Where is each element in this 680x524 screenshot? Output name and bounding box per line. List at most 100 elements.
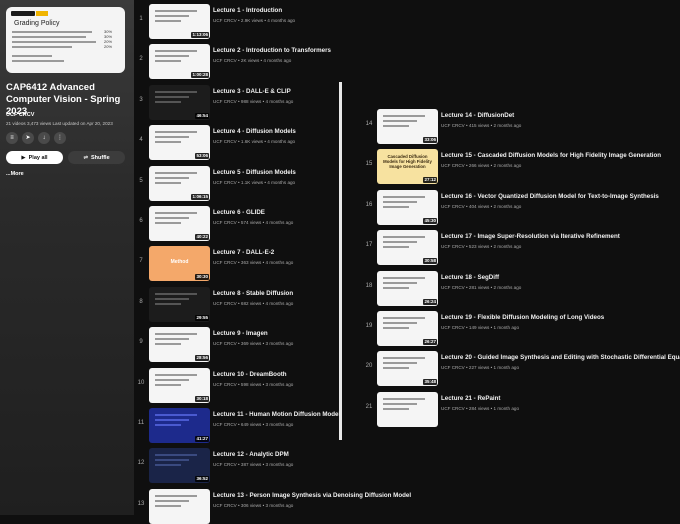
playlist-item[interactable]: 15 Cascaded Diffusion Models for High Fid… bbox=[364, 148, 664, 185]
video-title[interactable]: Lecture 1 - Introduction bbox=[213, 7, 282, 14]
video-metadata: UCF CRCV • 363 views • 4 months ago bbox=[213, 260, 294, 266]
playlist-item-index: 21 bbox=[365, 403, 373, 410]
video-thumbnail[interactable]: 1:00:28 bbox=[149, 44, 210, 80]
video-title[interactable]: Lecture 8 - Stable Diffusion bbox=[213, 290, 293, 297]
playlist-item[interactable]: 10 30:18 Lecture 10 - DreamBooth UCF CRCV •… bbox=[136, 367, 336, 403]
playlist-item[interactable]: 12 36:52 Lecture 12 - Analytic DPM UCF CRCV… bbox=[136, 447, 336, 484]
playlist-item[interactable]: 17 30:58 Lecture 17 - Image Super-Resoluti… bbox=[364, 229, 664, 266]
thumbnail-slide-line bbox=[383, 281, 417, 284]
playlist-item-index: 12 bbox=[137, 460, 145, 467]
thumbnail-slide-line bbox=[383, 407, 409, 410]
video-thumbnail[interactable]: 30:58 bbox=[377, 230, 438, 266]
ucf-logo bbox=[11, 11, 35, 16]
thumbnail-slide-line bbox=[155, 373, 197, 376]
more-options-icon[interactable]: ⋮ bbox=[54, 132, 66, 144]
playlist-item[interactable]: 13 Lecture 13 - Person Image Synthesis vi… bbox=[136, 488, 411, 524]
video-title[interactable]: Lecture 12 - Analytic DPM bbox=[213, 451, 289, 458]
video-title[interactable]: Lecture 18 - SegDiff bbox=[441, 274, 499, 281]
video-thumbnail[interactable]: 41:27 bbox=[149, 408, 210, 443]
video-metadata: UCF CRCV • 988 views • 4 months ago bbox=[213, 98, 294, 104]
share-icon[interactable]: ➤ bbox=[22, 132, 34, 144]
video-thumbnail[interactable]: 33:06 bbox=[377, 109, 438, 144]
thumbnail-slide-line bbox=[155, 297, 189, 300]
video-title[interactable]: Lecture 17 - Image Super-Resolution via … bbox=[441, 233, 620, 240]
playlist-item-index: 14 bbox=[365, 121, 373, 127]
video-title[interactable]: Lecture 7 - DALL-E-2 bbox=[213, 249, 274, 256]
channel-name[interactable]: UCF CRCV bbox=[6, 112, 34, 118]
video-thumbnail[interactable]: 35:48 bbox=[377, 351, 438, 387]
playlist-item-index: 10 bbox=[137, 379, 145, 386]
playlist-item[interactable]: 1 1:13:06 Lecture 1 - Introduction UCF CRCV… bbox=[136, 3, 336, 39]
video-thumbnail[interactable]: 30:18 bbox=[149, 367, 210, 403]
thumbnail-slide-line bbox=[383, 322, 417, 324]
thumbnail-slide-line bbox=[383, 246, 409, 249]
video-thumbnail[interactable] bbox=[149, 488, 210, 524]
video-title[interactable]: Lecture 20 - Guided Image Synthesis and … bbox=[441, 354, 680, 361]
video-title[interactable]: Lecture 9 - Imagen bbox=[213, 330, 268, 337]
video-thumbnail[interactable]: Method 30:30 bbox=[149, 246, 210, 282]
video-metadata: UCF CRCV • 227 views • 1 month ago bbox=[441, 365, 520, 371]
playlist-item[interactable]: 16 45:30 Lecture 16 - Vector Quantized Dif… bbox=[364, 189, 664, 225]
video-thumbnail[interactable]: 53:06 bbox=[149, 125, 210, 161]
video-title[interactable]: Lecture 10 - DreamBooth bbox=[213, 371, 287, 378]
video-thumbnail[interactable]: 36:52 bbox=[149, 448, 210, 484]
playlist-item[interactable]: 19 26:27 Lecture 19 - Flexible Diffusion M… bbox=[364, 310, 664, 346]
video-thumbnail[interactable]: 45:30 bbox=[377, 189, 438, 225]
video-thumbnail[interactable]: 28:56 bbox=[149, 327, 210, 363]
video-title[interactable]: Lecture 15 - Cascaded Diffusion Models f… bbox=[441, 152, 661, 159]
video-thumbnail[interactable]: 46:54 bbox=[149, 84, 210, 120]
playlist-item[interactable]: 21 Lecture 21 - RePaint UCF CRCV • 284 vie… bbox=[364, 391, 664, 427]
thumbnail-slide-line bbox=[383, 397, 425, 400]
thumbnail-slide-line bbox=[155, 302, 181, 305]
playlist-cover-thumbnail[interactable]: Grading Policy 30% 30% 20% 20% bbox=[6, 7, 125, 73]
video-thumbnail[interactable]: 40:22 bbox=[149, 206, 210, 241]
thumbnail-slide-line bbox=[383, 241, 417, 244]
thumbnail-slide-line bbox=[155, 222, 181, 224]
video-thumbnail[interactable]: 1:13:06 bbox=[149, 4, 210, 39]
playlist-item[interactable]: 11 41:27 Lecture 11 - Human Motion Diffusi… bbox=[136, 407, 340, 443]
playlist-item[interactable]: 8 29:55 Lecture 8 - Stable Diffusion UCF CR… bbox=[136, 286, 336, 322]
playlist-item[interactable]: 4 53:06 Lecture 4 - Diffusion Models UCF CR… bbox=[136, 124, 336, 161]
video-title[interactable]: Lecture 2 - Introduction to Transformers bbox=[213, 47, 331, 54]
playlist-item[interactable]: 20 35:48 Lecture 20 - Guided Image Synthes… bbox=[364, 350, 680, 387]
video-duration-badge: 33:06 bbox=[423, 137, 437, 143]
thumbnail-slide-line bbox=[155, 55, 189, 58]
video-metadata: UCF CRCV • 649 views • 3 months ago bbox=[213, 422, 294, 427]
video-title[interactable]: Lecture 3 - DALL-E & CLIP bbox=[213, 88, 291, 95]
playlist-item[interactable]: 6 40:22 Lecture 6 - GLIDE UCF CRCV • 574 vi… bbox=[136, 205, 336, 241]
playlist-item[interactable]: 18 26:24 Lecture 18 - SegDiff UCF CRCV • 28… bbox=[364, 270, 664, 306]
video-title[interactable]: Lecture 11 - Human Motion Diffusion Mode… bbox=[213, 411, 340, 418]
video-thumbnail[interactable]: 26:24 bbox=[377, 270, 438, 306]
download-icon[interactable]: ↓ bbox=[38, 132, 50, 144]
playlist-item[interactable]: 3 46:54 Lecture 3 - DALL-E & CLIP UCF CRCV … bbox=[136, 84, 336, 120]
video-title[interactable]: Lecture 19 - Flexible Diffusion Modeling… bbox=[441, 314, 604, 321]
thumbnail-slide-line bbox=[155, 136, 189, 139]
description-more-link[interactable]: ...More bbox=[6, 171, 24, 177]
playlist-item[interactable]: 5 1:06:15 Lecture 5 - Diffusion Models UCF … bbox=[136, 165, 336, 201]
play-all-button[interactable]: ▶ Play all bbox=[6, 151, 63, 164]
playlist-item-index: 4 bbox=[139, 137, 143, 144]
save-to-library-icon[interactable]: ≡ bbox=[6, 132, 18, 144]
video-title[interactable]: Lecture 5 - Diffusion Models bbox=[213, 169, 296, 176]
video-duration-badge: 30:58 bbox=[423, 258, 437, 265]
video-title[interactable]: Lecture 6 - GLIDE bbox=[213, 209, 265, 216]
video-title[interactable]: Lecture 16 - Vector Quantized Diffusion … bbox=[441, 193, 659, 200]
playlist-item[interactable]: 14 33:06 Lecture 14 - DiffusionDet UCF CRCV… bbox=[364, 108, 664, 144]
thumbnail-slide-line bbox=[383, 205, 409, 208]
playlist-item[interactable]: 9 28:56 Lecture 9 - Imagen UCF CRCV • 369 v… bbox=[136, 326, 336, 363]
shuffle-button[interactable]: ⇌ Shuffle bbox=[68, 151, 125, 164]
video-title[interactable]: Lecture 4 - Diffusion Models bbox=[213, 128, 296, 135]
video-thumbnail[interactable] bbox=[377, 391, 438, 427]
thumbnail-slide-line bbox=[155, 60, 181, 63]
video-thumbnail[interactable]: 1:06:15 bbox=[149, 165, 210, 201]
video-title[interactable]: Lecture 13 - Person Image Synthesis via … bbox=[213, 492, 411, 499]
video-thumbnail[interactable]: 29:55 bbox=[149, 286, 210, 322]
video-title[interactable]: Lecture 21 - RePaint bbox=[441, 395, 501, 402]
video-metadata: UCF CRCV • 2K views • 4 months ago bbox=[213, 58, 292, 64]
video-thumbnail[interactable]: Cascaded Diffusion Models for High Fidel… bbox=[377, 149, 438, 185]
playlist-item[interactable]: 7 Method 30:30 Lecture 7 - DALL-E-2 UCF CRCV… bbox=[136, 245, 336, 282]
playlist-item[interactable]: 2 1:00:28 Lecture 2 - Introduction to Tran… bbox=[136, 43, 336, 80]
video-metadata: UCF CRCV • 369 views • 3 months ago bbox=[213, 341, 294, 347]
video-thumbnail[interactable]: 26:27 bbox=[377, 311, 438, 346]
video-title[interactable]: Lecture 14 - DiffusionDet bbox=[441, 112, 514, 119]
